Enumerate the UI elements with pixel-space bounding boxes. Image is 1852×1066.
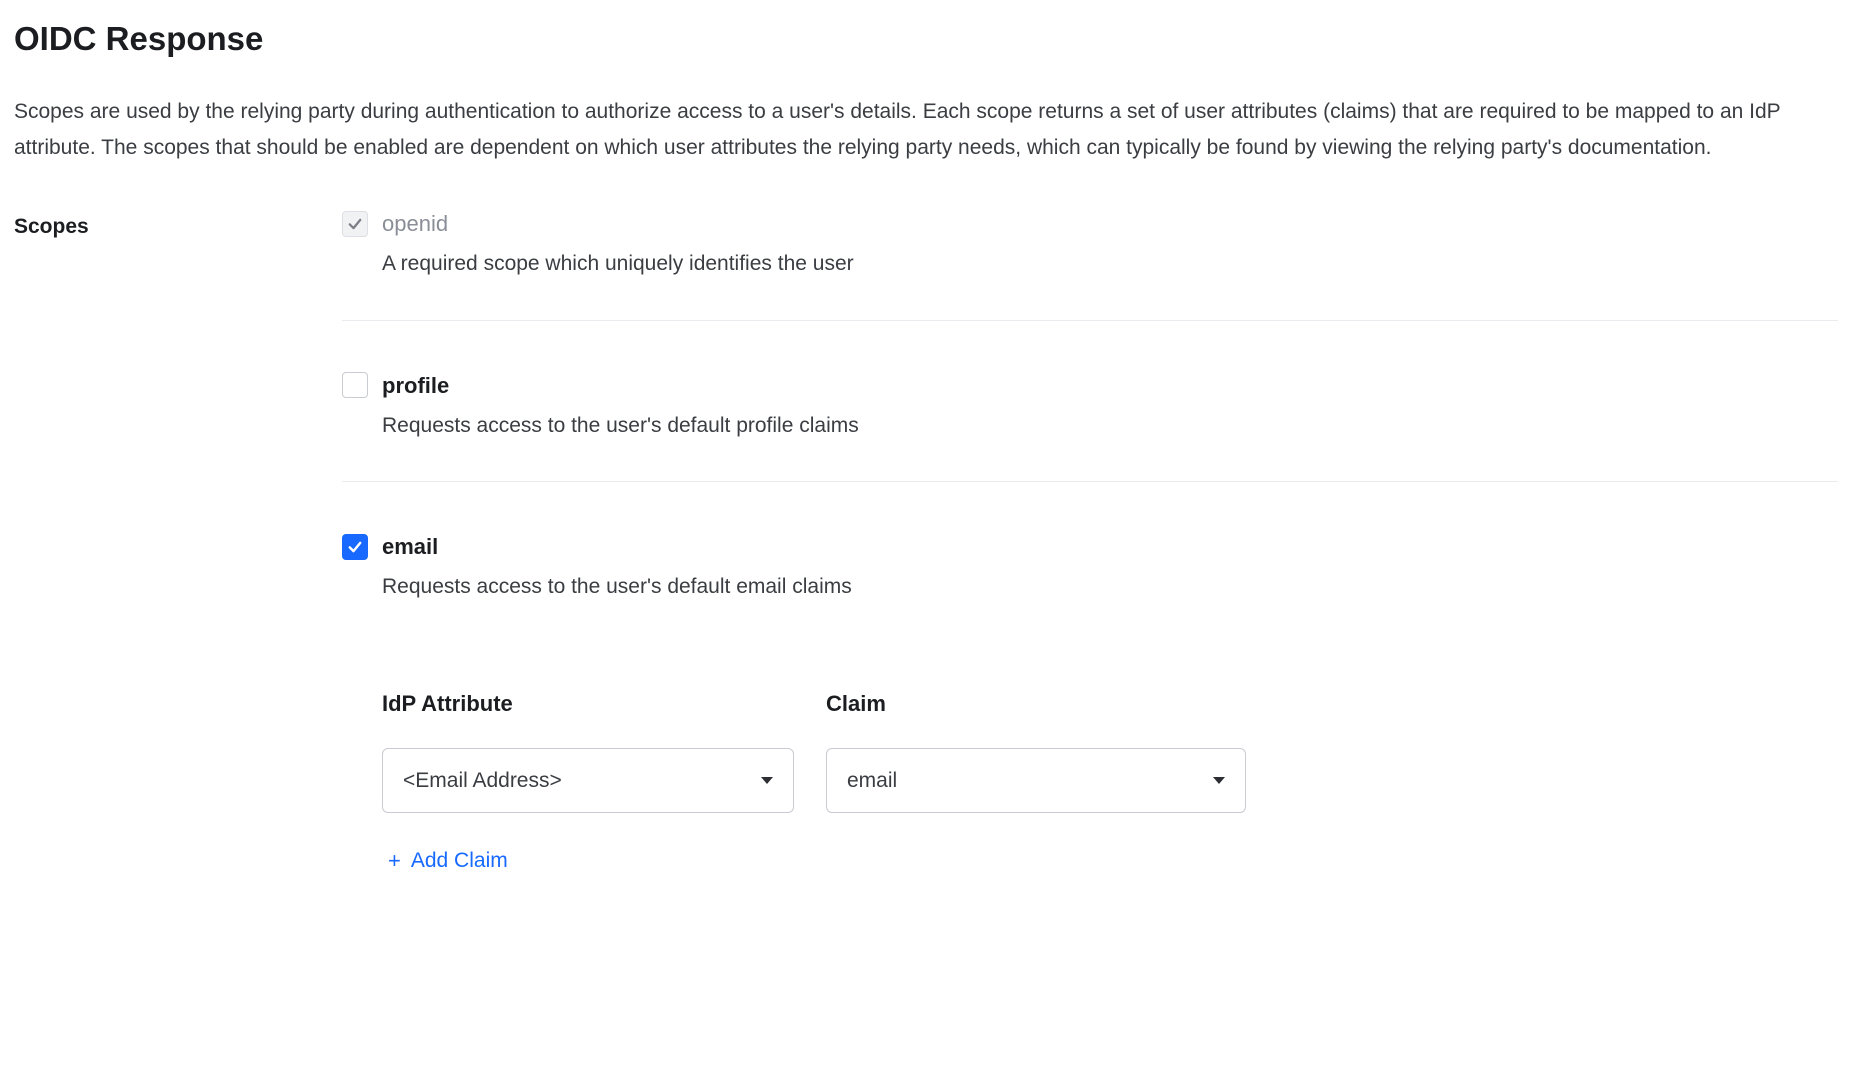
scope-desc-email: Requests access to the user's default em… (382, 571, 1838, 603)
scope-row-email: email Requests access to the user's defa… (342, 530, 1838, 877)
idp-attribute-value: <Email Address> (403, 765, 562, 797)
scope-row-openid: openid A required scope which uniquely i… (342, 207, 1838, 321)
plus-icon: + (388, 850, 401, 872)
idp-attribute-select[interactable]: <Email Address> (382, 748, 794, 814)
add-claim-label: Add Claim (411, 845, 508, 877)
scope-checkbox-openid (342, 211, 368, 237)
scope-name-profile: profile (382, 369, 449, 402)
scope-row-profile: profile Requests access to the user's de… (342, 369, 1838, 483)
scopes-intro-text: Scopes are used by the relying party dur… (14, 94, 1838, 168)
claims-row: <Email Address> email (382, 748, 1838, 814)
scope-name-email: email (382, 530, 438, 563)
add-claim-button[interactable]: + Add Claim (388, 845, 508, 877)
claims-area: IdP Attribute Claim <Email Address> emai… (382, 687, 1838, 877)
checkmark-icon (346, 215, 364, 233)
scope-checkbox-email[interactable] (342, 534, 368, 560)
checkmark-icon (346, 538, 364, 556)
scope-name-openid: openid (382, 207, 448, 240)
page-title: OIDC Response (14, 14, 1838, 64)
idp-attribute-header: IdP Attribute (382, 687, 794, 720)
scope-desc-profile: Requests access to the user's default pr… (382, 410, 1838, 442)
claim-select[interactable]: email (826, 748, 1246, 814)
scopes-section: Scopes openid A required scope which uni… (14, 207, 1838, 877)
chevron-down-icon (761, 777, 773, 784)
chevron-down-icon (1213, 777, 1225, 784)
scope-desc-openid: A required scope which uniquely identifi… (382, 248, 1838, 280)
scopes-list: openid A required scope which uniquely i… (342, 207, 1838, 877)
claim-value: email (847, 765, 897, 797)
scopes-label: Scopes (14, 207, 342, 243)
claim-header: Claim (826, 687, 1246, 720)
scope-checkbox-profile[interactable] (342, 372, 368, 398)
